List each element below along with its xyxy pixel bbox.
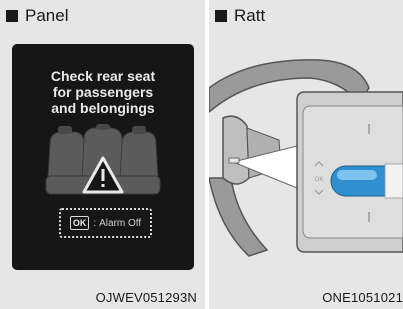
alarm-off-label: Alarm Off — [99, 217, 142, 229]
ok-key-badge: OK — [69, 216, 90, 230]
warning-message: Check rear seat for passengers and belon… — [12, 68, 194, 116]
steering-switch-closeup: OK — [296, 91, 403, 253]
steering-wheel-illustration: OK — [209, 59, 403, 257]
rear-seat-warning-icon — [45, 124, 161, 195]
panel-heading-label: Panel — [25, 6, 69, 25]
panel-heading: Panel — [6, 6, 68, 26]
ok-separator: : — [93, 217, 97, 229]
warning-message-line: and belongings — [51, 100, 155, 116]
cluster-display: Check rear seat for passengers and belon… — [12, 44, 194, 270]
warning-message-line: Check rear seat — [50, 68, 156, 84]
figure-caption: OJWEV051293N — [95, 290, 197, 305]
warning-message-line: for passengers — [52, 84, 154, 100]
figure-caption: ONE1051021 — [322, 290, 403, 305]
bullet-square-icon — [6, 10, 18, 22]
bullet-square-icon — [215, 10, 227, 22]
panel-steering-wheel: Ratt OK ONE1051021 — [209, 0, 403, 309]
ok-alarm-off-hint: OK : Alarm Off — [59, 208, 152, 238]
panel-heading: Ratt — [215, 6, 265, 26]
panel-cluster: Panel Check rear seat for passengers and… — [0, 0, 205, 309]
panel-heading-label: Ratt — [234, 6, 266, 25]
switch-ok-label: OK — [315, 177, 324, 183]
